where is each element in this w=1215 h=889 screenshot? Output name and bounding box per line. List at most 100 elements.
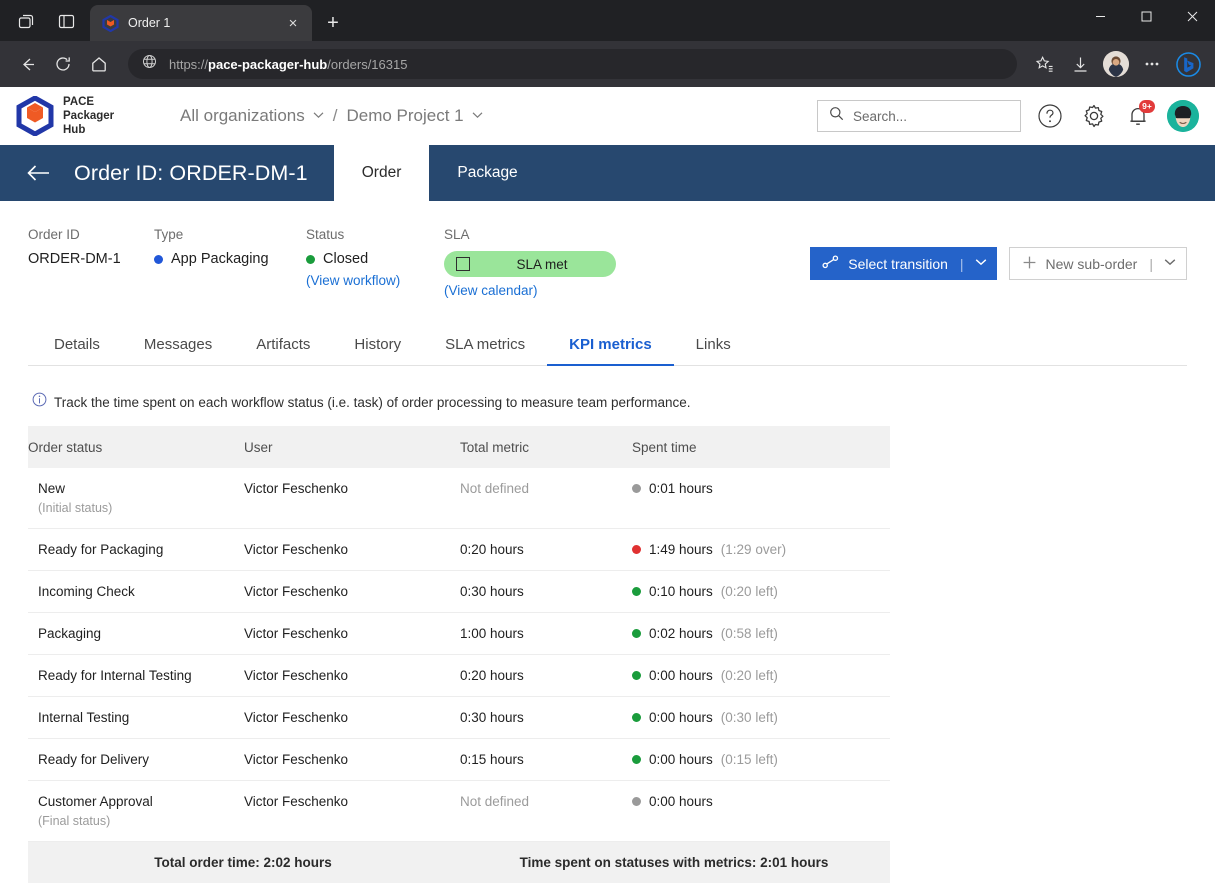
table-row[interactable]: Customer Approval (Final status) Victor … [28,781,890,842]
chevron-down-icon[interactable] [975,258,987,269]
tab-package[interactable]: Package [429,145,545,201]
meta-status: Status Closed (View workflow) [306,227,444,298]
profile-avatar[interactable] [1099,47,1133,81]
table-row[interactable]: Ready for Delivery Victor Feschenko 0:15… [28,739,890,781]
workspaces-icon[interactable] [6,3,46,39]
column-header-order-status: Order status [28,440,103,455]
tab-history[interactable]: History [332,326,423,365]
sla-square-icon [456,257,470,271]
type-dot-icon [154,254,163,264]
browser-tab[interactable]: Order 1 × [90,5,312,41]
favorites-icon[interactable] [1027,47,1061,81]
search-icon [829,106,844,126]
new-sub-order-button[interactable]: New sub-order | [1008,247,1187,280]
cell-spent-time: 1:49 hours (1:29 over) [632,529,890,570]
view-workflow-link[interactable]: (View workflow) [306,273,444,288]
spent-dot-icon [632,797,641,806]
tab-messages[interactable]: Messages [122,326,234,365]
close-window-button[interactable] [1169,0,1215,32]
table-row[interactable]: Internal Testing Victor Feschenko 0:30 h… [28,697,890,739]
meta-status-label: Status [306,227,345,242]
cell-user: Victor Feschenko [244,626,349,641]
cell-order-status: Ready for Packaging [38,542,164,557]
search-input[interactable]: Search... [817,100,1021,132]
tab-sla-metrics[interactable]: SLA metrics [423,326,547,365]
chevron-down-icon[interactable] [1164,258,1176,269]
user-avatar[interactable] [1167,100,1199,132]
app-header-actions: Search... 9+ [817,100,1199,132]
minimize-button[interactable] [1077,0,1123,32]
pace-cube-icon [102,14,119,32]
status-dot-icon [306,254,315,264]
meta-status-text: Closed [323,251,369,267]
tab-kpi-metrics[interactable]: KPI metrics [547,326,674,366]
spent-value: 0:02 hours [649,626,713,641]
meta-sla: SLA SLA met (View calendar) [444,227,616,298]
tab-artifacts[interactable]: Artifacts [234,326,332,365]
maximize-button[interactable] [1123,0,1169,32]
globe-icon [142,54,157,74]
spent-dot-icon [632,484,641,493]
new-tab-button[interactable]: + [318,8,348,38]
spent-extra: (0:20 left) [720,584,778,599]
home-icon[interactable] [82,47,116,81]
detail-tabs: Details Messages Artifacts History SLA m… [28,326,1187,366]
meta-type-value: App Packaging [154,251,306,267]
notifications-icon[interactable]: 9+ [1123,100,1155,131]
meta-status-value: Closed [306,251,444,267]
spent-value: 0:00 hours [649,752,713,767]
cell-total-metric: Not defined [460,794,530,809]
table-row[interactable]: Incoming Check Victor Feschenko 0:30 hou… [28,571,890,613]
help-icon[interactable] [1035,101,1065,131]
pace-cube-icon [16,95,54,137]
spent-extra: (0:15 left) [720,752,778,767]
column-header-user: User [244,440,273,455]
back-icon[interactable] [10,47,44,81]
tab-details[interactable]: Details [32,326,122,365]
order-bar: Order ID: ORDER-DM-1 Order Package [0,145,1215,201]
more-options-icon[interactable] [1135,47,1169,81]
spent-value: 0:00 hours [649,710,713,725]
browser-titlebar: Order 1 × + [0,0,1215,41]
meta-order-id-value: ORDER-DM-1 [28,251,121,267]
breadcrumb-organizations[interactable]: All organizations [180,106,324,126]
table-row[interactable]: Ready for Packaging Victor Feschenko 0:2… [28,529,890,571]
spent-dot-icon [632,755,641,764]
gear-icon[interactable] [1079,101,1109,131]
cell-user: Victor Feschenko [244,710,349,725]
cell-spent-time: 0:10 hours (0:20 left) [632,571,890,612]
table-row[interactable]: Ready for Internal Testing Victor Fesche… [28,655,890,697]
meta-order-id: Order ID ORDER-DM-1 [28,227,154,298]
url-text: https://pace-packager-hub/orders/16315 [169,56,408,72]
info-note-text: Track the time spent on each workflow st… [54,394,691,410]
column-header-spent-time: Spent time [632,440,697,455]
select-transition-button[interactable]: Select transition | [810,247,997,280]
split-screen-icon[interactable] [46,3,86,39]
cell-order-status: Packaging [38,626,102,641]
table-row[interactable]: New (Initial status) Victor Feschenko No… [28,468,890,529]
cell-total-metric: 0:15 hours [460,752,524,767]
cell-spent-time: 0:00 hours [632,781,890,822]
close-icon[interactable]: × [282,12,304,34]
status-name: New [38,481,66,496]
meta-type-label: Type [154,227,184,242]
breadcrumb-organizations-label: All organizations [180,106,305,125]
reload-icon[interactable] [46,47,80,81]
back-icon[interactable] [26,163,52,183]
downloads-icon[interactable] [1063,47,1097,81]
bing-copilot-icon[interactable] [1171,47,1205,81]
spent-extra: (1:29 over) [720,542,787,557]
table-row[interactable]: Packaging Victor Feschenko 1:00 hours 0:… [28,613,890,655]
cell-order-status: Ready for Delivery [38,752,150,767]
cell-total-metric: 0:30 hours [460,584,524,599]
tab-links[interactable]: Links [674,326,753,365]
address-bar[interactable]: https://pace-packager-hub/orders/16315 [128,49,1017,79]
breadcrumb-project[interactable]: Demo Project 1 [346,106,483,126]
browser-window: Order 1 × + https://pace-packager-hub/or… [0,0,1215,889]
meta-order-id-label: Order ID [28,227,80,242]
tab-order[interactable]: Order [333,145,430,201]
cell-spent-time: 0:00 hours (0:15 left) [632,739,890,780]
app-logo[interactable]: PACE Packager Hub [16,95,156,137]
view-calendar-link[interactable]: (View calendar) [444,283,616,298]
spent-value: 0:01 hours [649,481,713,496]
